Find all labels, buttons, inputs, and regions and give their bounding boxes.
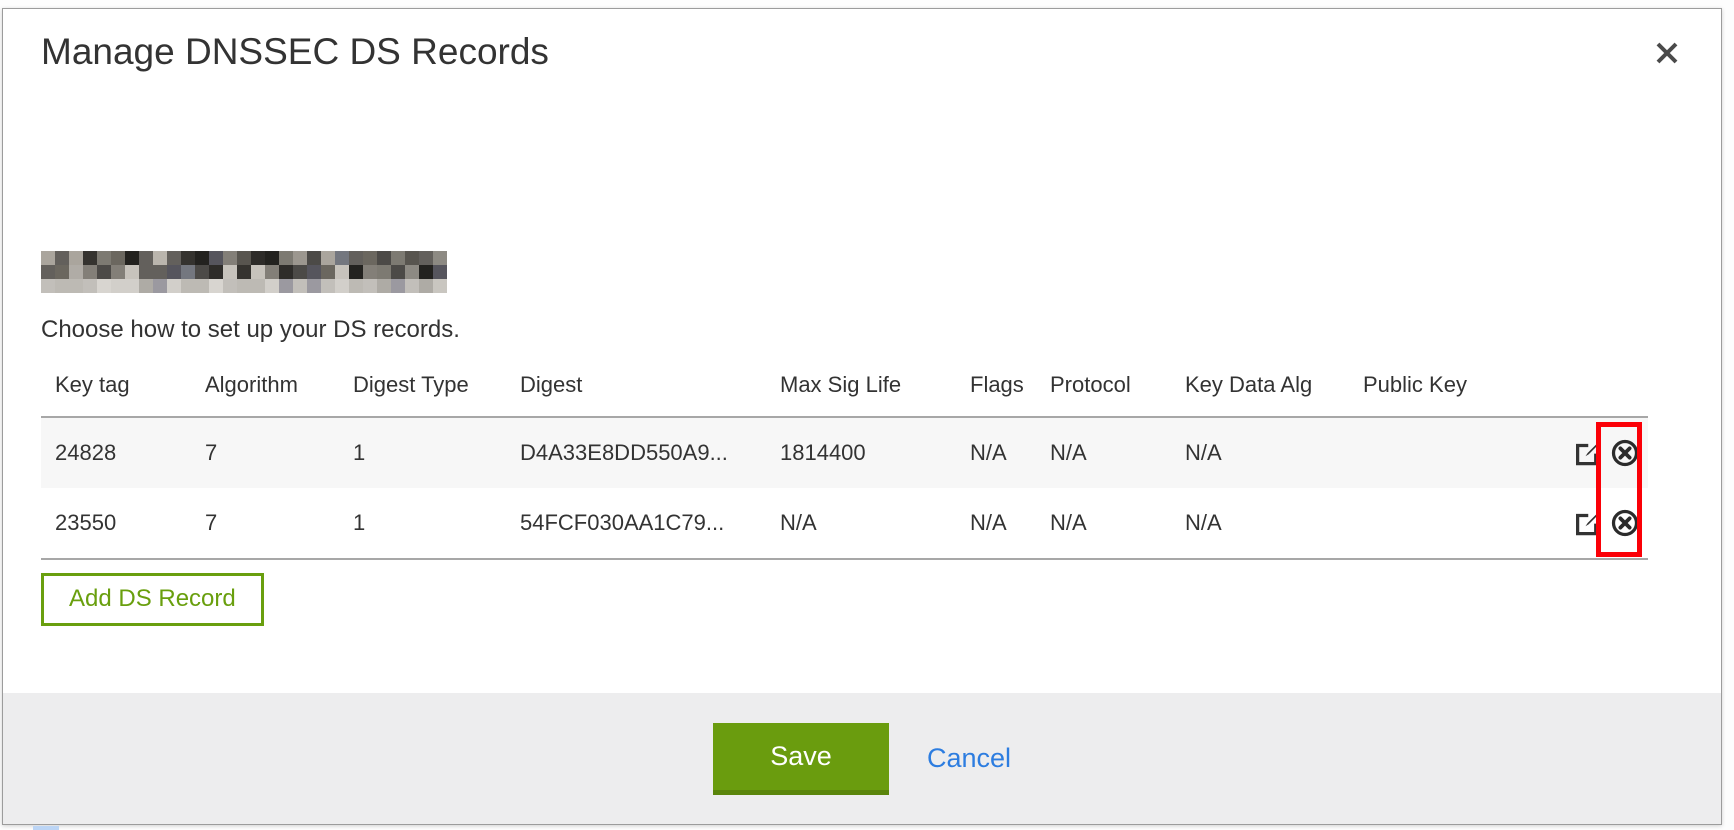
cell-algorithm: 7 — [191, 488, 339, 559]
dialog-title: Manage DNSSEC DS Records — [41, 31, 549, 73]
cell-key-tag: 23550 — [41, 488, 191, 559]
column-header-key-data-alg: Key Data Alg — [1171, 359, 1349, 417]
column-header-digest-type: Digest Type — [339, 359, 506, 417]
cell-digest-type: 1 — [339, 417, 506, 488]
delete-icon[interactable] — [1610, 438, 1640, 468]
cell-flags: N/A — [956, 417, 1036, 488]
table-header-row: Key tagAlgorithmDigest TypeDigestMax Sig… — [41, 359, 1648, 417]
column-header-protocol: Protocol — [1036, 359, 1171, 417]
instruction-text: Choose how to set up your DS records. — [41, 315, 1651, 345]
cell-key-data-alg: N/A — [1171, 488, 1349, 559]
column-header-max-sig-life: Max Sig Life — [766, 359, 956, 417]
row-actions-cell — [1561, 488, 1648, 559]
ds-records-table: Key tagAlgorithmDigest TypeDigestMax Sig… — [41, 359, 1648, 560]
cell-algorithm: 7 — [191, 417, 339, 488]
cell-max-sig-life: N/A — [766, 488, 956, 559]
cell-max-sig-life: 1814400 — [766, 417, 956, 488]
cell-key-data-alg: N/A — [1171, 417, 1349, 488]
add-ds-record-button[interactable]: Add DS Record — [41, 573, 264, 626]
save-button[interactable]: Save — [713, 723, 889, 795]
column-header-public-key: Public Key — [1349, 359, 1561, 417]
ds-record-row: 235507154FCF030AA1C79...N/AN/AN/AN/A — [41, 488, 1648, 559]
ds-record-row: 2482871D4A33E8DD550A9...1814400N/AN/AN/A — [41, 417, 1648, 488]
manage-dnssec-dialog: Manage DNSSEC DS Records Choose how to s… — [2, 8, 1722, 825]
column-header-flags: Flags — [956, 359, 1036, 417]
cell-digest: 54FCF030AA1C79... — [506, 488, 766, 559]
row-actions-cell — [1561, 417, 1648, 488]
column-header-key-tag: Key tag — [41, 359, 191, 417]
cell-key-tag: 24828 — [41, 417, 191, 488]
dialog-footer: Save Cancel — [3, 693, 1721, 824]
cell-protocol: N/A — [1036, 417, 1171, 488]
cell-protocol: N/A — [1036, 488, 1171, 559]
close-icon[interactable] — [1649, 35, 1685, 71]
delete-icon[interactable] — [1610, 508, 1640, 538]
cell-public-key — [1349, 417, 1561, 488]
edit-icon[interactable] — [1572, 438, 1602, 468]
column-header-actions — [1561, 359, 1648, 417]
cancel-link[interactable]: Cancel — [927, 743, 1011, 774]
dialog-content: Choose how to set up your DS records. Ke… — [41, 251, 1651, 626]
column-header-digest: Digest — [506, 359, 766, 417]
cell-flags: N/A — [956, 488, 1036, 559]
background-page-fragment — [33, 826, 59, 830]
cell-digest-type: 1 — [339, 488, 506, 559]
edit-icon[interactable] — [1572, 508, 1602, 538]
domain-name-redacted — [41, 251, 447, 293]
cell-digest: D4A33E8DD550A9... — [506, 417, 766, 488]
column-header-algorithm: Algorithm — [191, 359, 339, 417]
cell-public-key — [1349, 488, 1561, 559]
